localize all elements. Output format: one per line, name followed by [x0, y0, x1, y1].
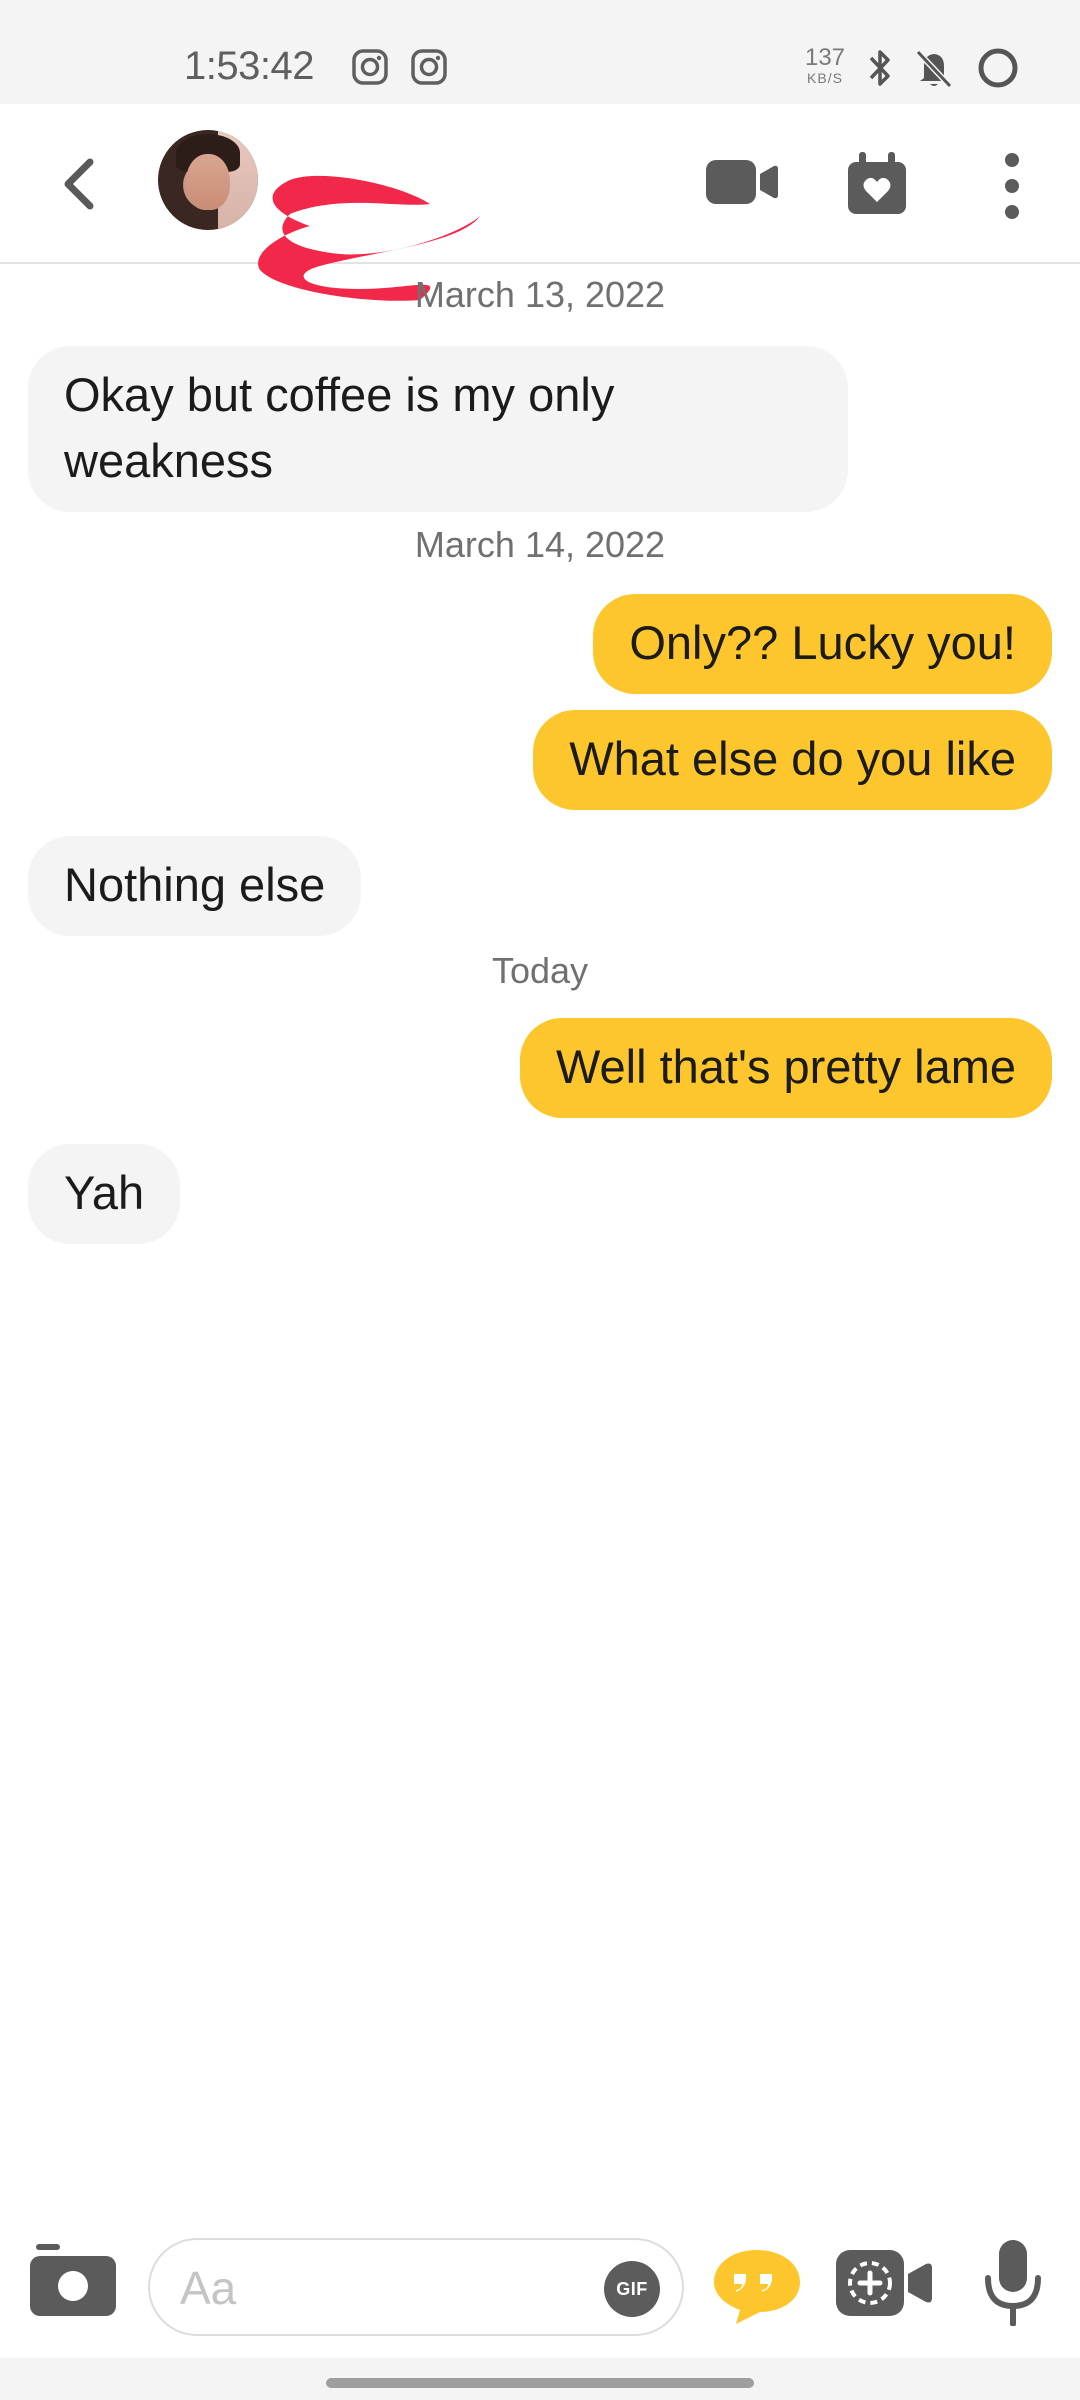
- quote-icon[interactable]: [714, 2248, 800, 2324]
- system-nav-bar: [0, 2358, 1080, 2400]
- calendar-heart-icon[interactable]: [848, 152, 906, 216]
- message-input-container[interactable]: GIF: [148, 2238, 684, 2336]
- bell-off-icon: [915, 49, 953, 89]
- battery-ring-icon: [978, 48, 1018, 88]
- status-time: 1:53:42: [184, 44, 314, 88]
- instagram-icon: [352, 49, 388, 85]
- more-vertical-icon[interactable]: [994, 152, 1030, 220]
- avatar[interactable]: [158, 130, 258, 230]
- home-indicator[interactable]: [326, 2378, 754, 2388]
- status-bar: 1:53:42 137 KB/S: [0, 0, 1080, 104]
- video-call-icon[interactable]: [706, 152, 778, 212]
- message-composer: GIF: [0, 2220, 1080, 2350]
- message-bubble-outgoing[interactable]: Well that's pretty lame: [520, 1018, 1052, 1118]
- gif-button[interactable]: GIF: [604, 2261, 660, 2317]
- back-button[interactable]: [52, 152, 108, 216]
- network-speed-unit: KB/S: [807, 70, 843, 86]
- message-bubble-outgoing[interactable]: What else do you like: [533, 710, 1052, 810]
- network-speed: 137 KB/S: [800, 44, 850, 86]
- message-bubble-incoming[interactable]: Okay but coffee is my only weakness: [28, 346, 848, 512]
- instagram-icon: [411, 49, 447, 85]
- date-separator: March 14, 2022: [414, 524, 666, 565]
- network-speed-value: 137: [804, 44, 846, 71]
- message-bubble-outgoing[interactable]: Only?? Lucky you!: [593, 594, 1052, 694]
- message-bubble-incoming[interactable]: Yah: [28, 1144, 181, 1244]
- bluetooth-icon: [869, 50, 890, 86]
- camera-icon[interactable]: [30, 2244, 116, 2316]
- video-note-icon[interactable]: [836, 2246, 932, 2320]
- microphone-icon[interactable]: [982, 2240, 1044, 2326]
- chat-header: [0, 104, 1080, 301]
- date-separator: March 13, 2022: [414, 274, 666, 315]
- message-bubble-incoming[interactable]: Nothing else: [28, 836, 362, 936]
- date-separator: Today: [491, 950, 589, 991]
- message-input[interactable]: [180, 2258, 600, 2318]
